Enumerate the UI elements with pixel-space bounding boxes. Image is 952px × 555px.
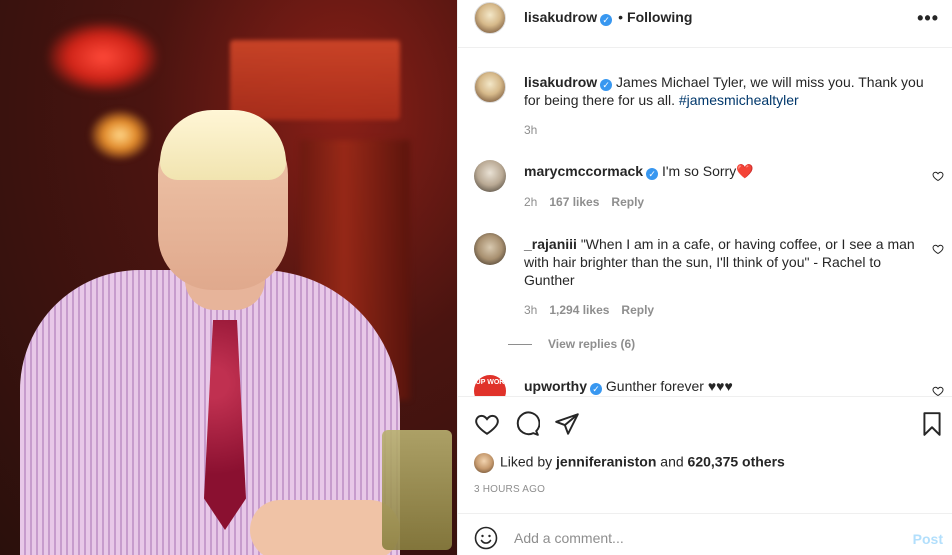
like-comment-icon[interactable] [932,243,944,255]
straw-glass [382,430,452,550]
comment-username[interactable]: _rajaniii [524,236,577,252]
like-comment-icon[interactable] [932,385,944,396]
comment-likes[interactable]: 167 likes [549,195,599,209]
caption-body: lisakudrow ✓ James Michael Tyler, we will… [524,73,929,109]
like-comment-icon[interactable] [932,170,944,182]
comment-item: UP WOR upworthy ✓ Gunther forever ♥♥♥ [474,375,944,396]
comments-list[interactable]: lisakudrow ✓ James Michael Tyler, we will… [458,49,952,396]
verified-icon: ✓ [646,168,659,180]
comment-meta: 2h 167 likes Reply [524,195,656,209]
comment-text: I'm so Sorry❤️ [661,163,754,179]
reply-button[interactable]: Reply [611,195,644,209]
comment-body: marycmccormack ✓ I'm so Sorry❤️ [524,162,929,180]
bookmark-icon[interactable] [919,411,945,437]
verified-icon: ✓ [600,14,613,26]
view-replies-button[interactable]: View replies (6) [508,337,635,351]
neon-sign [48,22,158,92]
caption: lisakudrow ✓ James Michael Tyler, we will… [474,71,944,151]
action-bar [458,396,952,451]
comment-bubble-icon[interactable] [514,411,540,437]
emoji-icon[interactable] [474,526,498,550]
caption-username[interactable]: lisakudrow [524,74,597,90]
more-options-icon[interactable]: ••• [917,8,939,29]
hair [160,110,286,180]
comment-item: _rajaniii "When I am in a cafe, or havin… [474,233,944,351]
comment-likes[interactable]: 1,294 likes [549,303,609,317]
separator-dot: • [618,9,624,25]
add-comment-bar: Post [458,513,952,555]
verified-icon: ✓ [590,383,602,395]
comment-body: _rajaniii "When I am in a cafe, or havin… [524,235,929,289]
post-button[interactable]: Post [913,531,943,547]
post-panel: lisakudrow ✓ • Following ••• lisakudrow ✓ Ja… [457,0,952,555]
verified-icon: ✓ [600,79,613,91]
following-button[interactable]: Following [627,9,692,25]
author-avatar[interactable] [474,2,506,34]
comment-time[interactable]: 3h [524,303,537,317]
likes-prefix: Liked by [500,453,553,470]
caption-time[interactable]: 3h [524,123,537,137]
comment-body: upworthy ✓ Gunther forever ♥♥♥ [524,377,929,395]
background-window [230,40,400,120]
comment-avatar[interactable] [474,160,506,192]
comment-input[interactable] [514,524,894,552]
likes-middle: and [660,453,684,470]
liker-avatar[interactable] [474,453,494,473]
comment-meta: 3h 1,294 likes Reply [524,303,666,317]
caption-hashtag[interactable]: #jamesmichealtyler [679,92,799,108]
author-username[interactable]: lisakudrow [524,9,597,25]
wall-lamp [90,110,150,160]
post-header: lisakudrow ✓ • Following ••• [458,0,952,48]
header-user-line: lisakudrow ✓ • Following [524,9,692,26]
post-timestamp[interactable]: 3 HOURS AGO [474,484,545,495]
likes-count[interactable]: 620,375 others [688,454,785,470]
comment-item: marycmccormack ✓ I'm so Sorry❤️ 2h 167 lik… [474,160,944,220]
comment-username[interactable]: marycmccormack [524,163,643,179]
hands [250,500,400,555]
reply-button[interactable]: Reply [621,303,654,317]
comment-text: "When I am in a cafe, or having coffee, … [524,236,915,288]
comment-avatar[interactable] [474,233,506,265]
share-paper-plane-icon[interactable] [554,411,580,437]
comment-avatar[interactable]: UP WOR [474,375,506,396]
caption-avatar[interactable] [474,71,506,103]
like-heart-icon[interactable] [474,411,500,437]
comment-username[interactable]: upworthy [524,378,587,394]
comment-time[interactable]: 2h [524,195,537,209]
caption-meta: 3h [524,123,549,137]
post-photo[interactable] [0,0,457,555]
likes-summary: Liked by jenniferaniston and 620,375 oth… [474,453,785,475]
comment-text: Gunther forever ♥♥♥ [605,378,733,394]
liker-username[interactable]: jenniferaniston [556,454,656,470]
